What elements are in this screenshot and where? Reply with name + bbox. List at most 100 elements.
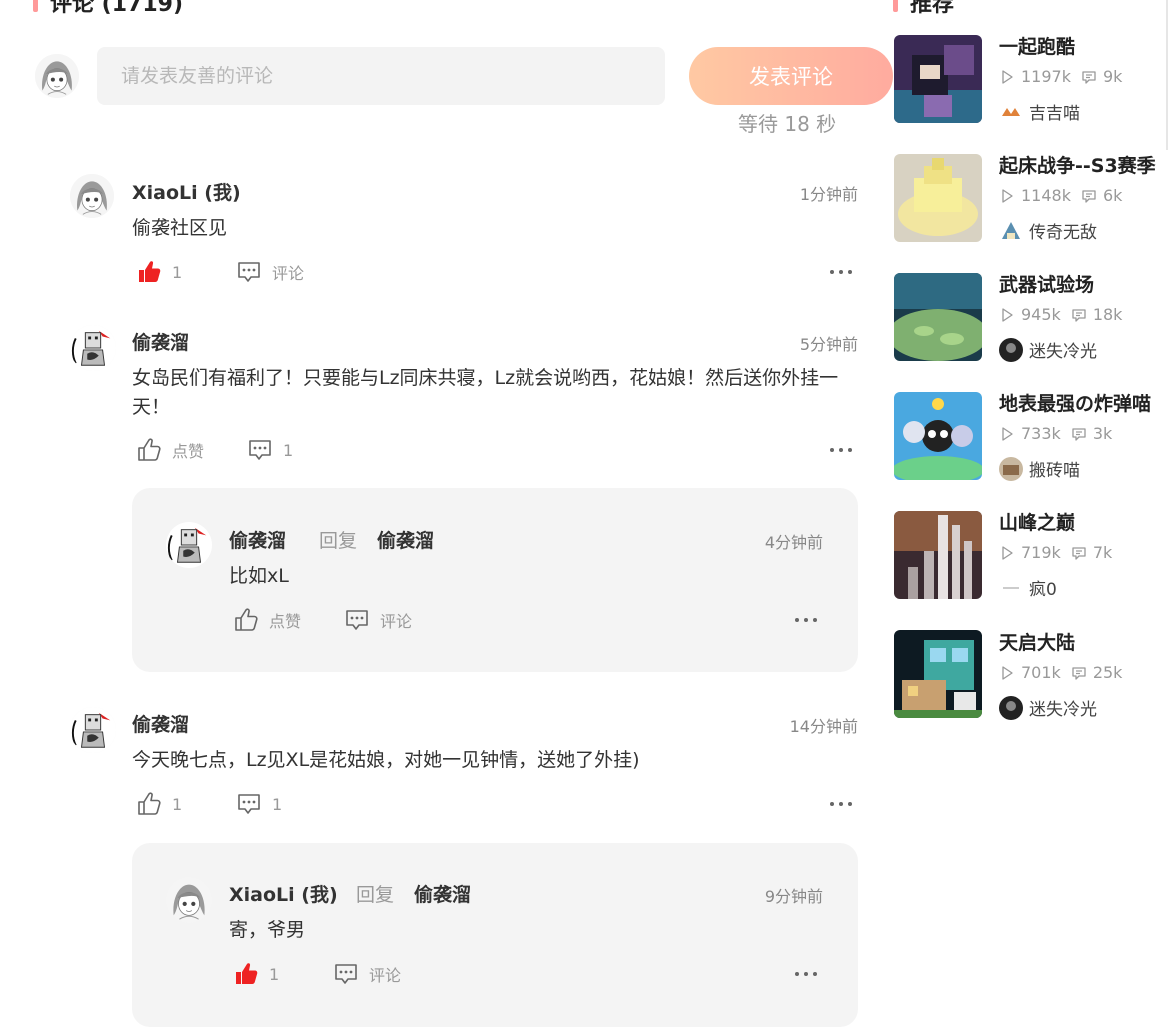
comments-section-title: 评论 (1719) bbox=[50, 0, 183, 17]
game-author[interactable]: 迷失冷光 bbox=[999, 337, 1097, 362]
game-title: 一起跑酷 bbox=[999, 36, 1076, 58]
comment-count: 25k bbox=[1092, 663, 1123, 682]
reply-to-label: 回复 bbox=[356, 884, 395, 906]
my-avatar bbox=[35, 54, 79, 98]
more-dots-icon bbox=[829, 445, 853, 455]
comment-username[interactable]: 偷袭溜 bbox=[132, 328, 189, 355]
game-stats: 945k 18k bbox=[999, 305, 1122, 324]
thumbs-up-icon bbox=[233, 607, 259, 633]
user-avatar[interactable] bbox=[166, 522, 212, 568]
more-dots-icon bbox=[794, 969, 818, 979]
like-button[interactable]: 1 bbox=[136, 791, 182, 817]
comment-bubble-icon bbox=[333, 961, 359, 987]
game-author[interactable]: 搬砖喵 bbox=[999, 456, 1080, 481]
play-icon bbox=[999, 188, 1015, 204]
reply-text: 比如xL bbox=[229, 565, 289, 587]
author-name: 传奇无敌 bbox=[1029, 223, 1097, 243]
reply-button[interactable]: 评论 bbox=[236, 259, 304, 285]
reply-to-label: 回复 bbox=[319, 530, 358, 552]
game-thumbnail[interactable] bbox=[894, 35, 982, 123]
reply-target-username[interactable]: 偷袭溜 bbox=[377, 526, 434, 553]
reply-username[interactable]: 偷袭溜 bbox=[229, 526, 286, 553]
game-author[interactable]: 疯0 bbox=[999, 575, 1057, 600]
comment-bubble-icon bbox=[344, 607, 370, 633]
thumbs-up-icon bbox=[136, 437, 162, 463]
reply-time: 4分钟前 bbox=[764, 533, 823, 552]
play-icon bbox=[999, 545, 1015, 561]
comment-time: 1分钟前 bbox=[799, 185, 858, 204]
reply-button[interactable]: 评论 bbox=[333, 961, 401, 987]
user-avatar[interactable] bbox=[166, 877, 212, 923]
reply-button[interactable]: 评论 bbox=[344, 607, 412, 633]
game-thumbnail[interactable] bbox=[894, 630, 982, 718]
reply-target-username[interactable]: 偷袭溜 bbox=[414, 880, 471, 907]
like-button[interactable]: 1 bbox=[136, 259, 182, 285]
more-dots-icon bbox=[829, 267, 853, 277]
like-button[interactable]: 点赞 bbox=[233, 607, 301, 633]
more-options-button[interactable] bbox=[794, 615, 818, 625]
game-title: 地表最强の炸弹喵 bbox=[999, 393, 1152, 415]
game-stats: 733k 3k bbox=[999, 424, 1112, 443]
comment-count-icon bbox=[1071, 307, 1087, 323]
game-thumbnail[interactable] bbox=[894, 273, 982, 361]
comment-count-icon bbox=[1071, 426, 1087, 442]
post-comment-button[interactable]: 发表评论 bbox=[689, 47, 893, 105]
like-button[interactable]: 点赞 bbox=[136, 437, 204, 463]
reply-text: 寄，爷男 bbox=[229, 919, 306, 941]
game-title: 天启大陆 bbox=[999, 632, 1076, 654]
section-accent-bar bbox=[893, 0, 898, 12]
more-options-button[interactable] bbox=[829, 445, 853, 455]
comment-count-icon bbox=[1071, 545, 1087, 561]
user-avatar[interactable] bbox=[70, 325, 116, 371]
section-accent-bar bbox=[33, 0, 38, 12]
thumbs-up-icon bbox=[136, 791, 162, 817]
game-thumbnail[interactable] bbox=[894, 392, 982, 480]
comment-time: 5分钟前 bbox=[799, 335, 858, 354]
author-avatar bbox=[999, 218, 1023, 243]
game-author[interactable]: 传奇无敌 bbox=[999, 218, 1097, 243]
game-title: 山峰之巅 bbox=[999, 512, 1076, 534]
user-avatar[interactable] bbox=[70, 174, 114, 218]
author-name: 搬砖喵 bbox=[1029, 461, 1080, 481]
user-avatar[interactable] bbox=[70, 707, 116, 753]
comment-bubble-icon bbox=[236, 791, 262, 817]
comment-time: 14分钟前 bbox=[789, 717, 858, 736]
more-options-button[interactable] bbox=[829, 267, 853, 277]
reply-label: 评论 bbox=[369, 966, 402, 985]
comment-text: 今天晚七点，Lz见XL是花姑娘，对她一见钟情，送她了外挂) bbox=[132, 749, 640, 771]
comment-input[interactable] bbox=[97, 47, 665, 105]
reply-username[interactable]: XiaoLi (我) bbox=[229, 880, 338, 907]
author-avatar bbox=[999, 337, 1023, 362]
more-options-button[interactable] bbox=[794, 969, 818, 979]
game-thumbnail[interactable] bbox=[894, 154, 982, 242]
like-count: 1 bbox=[269, 964, 280, 984]
author-avatar bbox=[999, 575, 1023, 600]
comment-count: 6k bbox=[1102, 186, 1123, 205]
reply-count: 1 bbox=[283, 440, 294, 460]
play-count: 1148k bbox=[1021, 186, 1071, 205]
game-thumbnail[interactable] bbox=[894, 511, 982, 599]
comment-username[interactable]: XiaoLi (我) bbox=[132, 178, 241, 205]
reply-count: 1 bbox=[272, 794, 283, 814]
like-button[interactable]: 1 bbox=[233, 961, 279, 987]
author-avatar bbox=[999, 695, 1023, 720]
scrollbar[interactable] bbox=[1166, 0, 1168, 150]
game-author[interactable]: 吉吉喵 bbox=[999, 99, 1080, 124]
more-options-button[interactable] bbox=[829, 799, 853, 809]
comment-count-icon bbox=[1081, 188, 1097, 204]
more-dots-icon bbox=[794, 615, 818, 625]
game-author[interactable]: 迷失冷光 bbox=[999, 695, 1097, 720]
comment-count: 3k bbox=[1092, 424, 1113, 443]
play-count: 719k bbox=[1021, 543, 1061, 562]
comment-count-icon bbox=[1071, 665, 1087, 681]
comment-bubble-icon bbox=[236, 259, 262, 285]
reply-label: 评论 bbox=[272, 264, 305, 283]
author-name: 疯0 bbox=[1029, 580, 1057, 600]
reply-button[interactable]: 1 bbox=[247, 437, 293, 463]
author-avatar bbox=[999, 99, 1023, 124]
reply-button[interactable]: 1 bbox=[236, 791, 282, 817]
thumbs-up-filled-icon bbox=[136, 259, 162, 285]
recommend-section-header: 推荐 bbox=[893, 0, 954, 18]
comment-username[interactable]: 偷袭溜 bbox=[132, 710, 189, 737]
play-icon bbox=[999, 69, 1015, 85]
